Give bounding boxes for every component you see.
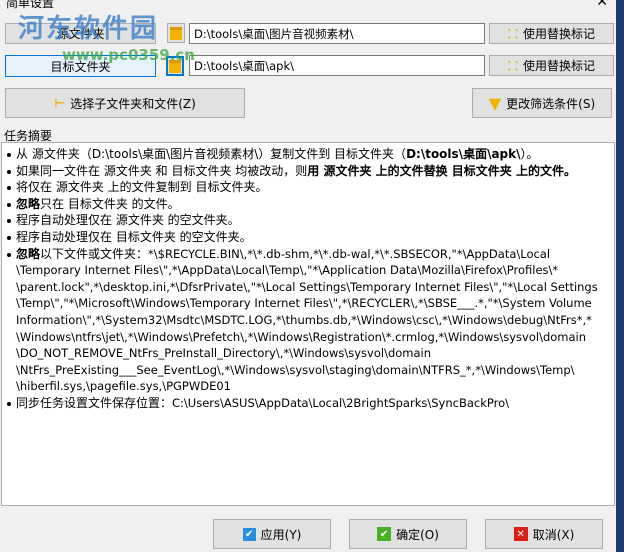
task-summary: 从 源文件夹（D:\tools\桌面\图片音视频素材\）复制文件到 目标文件夹（… (1, 142, 615, 506)
change-filter-button[interactable]: ▼ 更改筛选条件(S) (472, 88, 612, 118)
window-title: 简单设置 (6, 0, 55, 10)
cancel-x-icon: ✕ (513, 527, 528, 541)
target-browse-button[interactable] (166, 56, 184, 76)
target-folder-label: 目标文件夹 (50, 59, 111, 74)
cancel-button[interactable]: ✕ 取消(X) (485, 519, 603, 549)
source-replace-marker-button[interactable]: ⸬ 使用替换标记 (489, 23, 614, 44)
target-path-value: D:\tools\桌面\apk\ (194, 58, 295, 73)
summary-item: 如果同一文件在 源文件夹 和 目标文件夹 均被改动，则用 源文件夹 上的文件替换… (7, 163, 610, 180)
summary-item: 从 源文件夹（D:\tools\桌面\图片音视频素材\）复制文件到 目标文件夹（… (7, 146, 610, 163)
select-subfolders-button[interactable]: ⊢ 选择子文件夹和文件(Z) (5, 88, 245, 118)
target-replace-label: 使用替换标记 (522, 59, 595, 73)
cancel-label: 取消(X) (532, 527, 575, 542)
filter-icon: ▼ (488, 93, 502, 113)
folder-icon (170, 26, 182, 40)
tree-icon: ⊢ (54, 96, 66, 110)
change-filter-label: 更改筛选条件(S) (506, 96, 596, 111)
target-replace-marker-button[interactable]: ⸬ 使用替换标记 (489, 55, 614, 76)
ok-check-icon: ✔ (377, 527, 392, 541)
select-subfolders-label: 选择子文件夹和文件(Z) (70, 96, 196, 111)
target-path-input[interactable]: D:\tools\桌面\apk\ (189, 55, 485, 76)
source-path-input[interactable]: D:\tools\桌面\图片音视频素材\ (189, 23, 485, 44)
source-path-value: D:\tools\桌面\图片音视频素材\ (194, 26, 354, 41)
source-folder-label: 源文件夹 (56, 27, 105, 41)
close-button[interactable]: ✕ (596, 0, 608, 10)
target-folder-button[interactable]: 目标文件夹 (5, 55, 156, 77)
summary-item: 同步任务设置文件保存位置：C:\Users\ASUS\AppData\Local… (7, 395, 610, 412)
marker-icon: ⸬ (508, 59, 518, 73)
apply-button[interactable]: ✔ 应用(Y) (213, 519, 331, 549)
summary-item: 程序自动处理仅在 源文件夹 的空文件夹。 (7, 212, 610, 229)
ok-label: 确定(O) (396, 527, 439, 542)
summary-item: 将仅在 源文件夹 上的文件复制到 目标文件夹。 (7, 179, 610, 196)
marker-icon: ⸬ (508, 27, 518, 41)
summary-item: 程序自动处理仅在 目标文件夹 的空文件夹。 (7, 229, 610, 246)
apply-check-icon: ✔ (242, 527, 256, 541)
simple-settings-window: 简单设置 ✕ 源文件夹 D:\tools\桌面\图片音视频素材\ ⸬ 使用替换标记… (0, 0, 616, 552)
summary-item: 忽略以下文件或文件夹：*\$RECYCLE.BIN\,*\*.db-shm,*\… (7, 246, 610, 395)
source-replace-label: 使用替换标记 (522, 27, 595, 41)
ok-button[interactable]: ✔ 确定(O) (349, 519, 467, 549)
apply-label: 应用(Y) (260, 527, 302, 542)
source-browse-button[interactable] (167, 23, 185, 43)
folder-icon (169, 59, 181, 73)
summary-item: 忽略只在 目标文件夹 的文件。 (7, 196, 610, 213)
source-folder-button[interactable]: 源文件夹 (5, 23, 156, 44)
